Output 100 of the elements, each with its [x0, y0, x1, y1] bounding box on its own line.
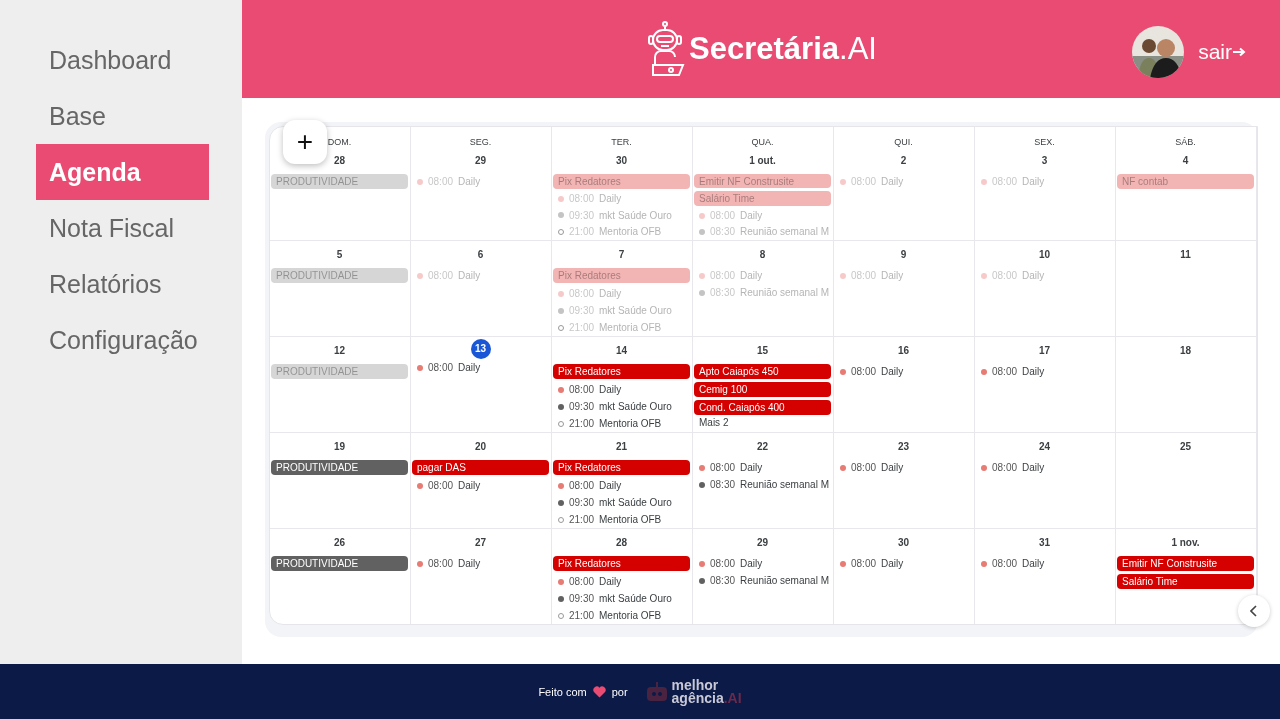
- calendar-day[interactable]: 13 08:00 Daily: [411, 337, 552, 433]
- event-title[interactable]: Daily: [740, 462, 763, 473]
- day-number: 27: [473, 536, 488, 550]
- calendar-day[interactable]: 11: [1116, 241, 1257, 337]
- event-title[interactable]: Daily: [599, 576, 622, 587]
- sidebar-item[interactable]: Dashboard: [36, 32, 209, 88]
- calendar-day[interactable]: 12 PRODUTIVIDADE: [270, 337, 411, 433]
- event-chip[interactable]: Pix Redatores: [553, 460, 690, 475]
- event-title[interactable]: Daily: [458, 362, 481, 373]
- sidebar-item[interactable]: Relatórios: [36, 256, 209, 312]
- calendar-day[interactable]: 14 Pix Redatores 08:00 Daily 09:30 mkt Saúde Ouro 21:00 Mentoria OFB: [552, 337, 693, 433]
- event-title[interactable]: Reunião semanal M: [740, 575, 829, 586]
- calendar-day[interactable]: 21 Pix Redatores 08:00 Daily 09:30 mkt Saúde Ouro 21:00 Mentoria OFB: [552, 433, 693, 529]
- day-number: 10: [1037, 248, 1052, 262]
- calendar-day[interactable]: 15 Apto Caiapós 450 Cemig 100 Cond. Caiapós 400 Mais 2: [693, 337, 834, 433]
- calendar-day[interactable]: 17 08:00 Daily: [975, 337, 1116, 433]
- event-title[interactable]: Mentoria OFB: [599, 514, 662, 525]
- sidebar-item[interactable]: Nota Fiscal: [36, 200, 209, 256]
- day-number: 5: [335, 248, 344, 262]
- robot-icon: [645, 681, 668, 702]
- day-number: 20: [473, 440, 488, 454]
- event-title[interactable]: Daily: [881, 558, 904, 569]
- day-number: 24: [1037, 440, 1052, 454]
- event-chip[interactable]: Pix Redatores: [553, 556, 690, 571]
- event-time: 08:00: [428, 362, 454, 373]
- event-title[interactable]: Daily: [458, 480, 481, 491]
- heart-icon: [592, 685, 606, 698]
- calendar-day[interactable]: SÁB. 4 NF contab: [1116, 127, 1257, 241]
- event-title[interactable]: mkt Saúde Ouro: [599, 401, 672, 412]
- event-title[interactable]: Daily: [1022, 462, 1045, 473]
- event-title[interactable]: Daily: [599, 480, 622, 491]
- sidebar-item[interactable]: Agenda: [36, 144, 209, 200]
- event-chip[interactable]: Salário Time: [1117, 574, 1254, 589]
- day-number: 31: [1037, 536, 1052, 550]
- sidebar-item[interactable]: Base: [36, 88, 209, 144]
- add-button[interactable]: +: [283, 120, 327, 164]
- event-chip[interactable]: pagar DAS: [412, 460, 549, 475]
- event-chip[interactable]: Cond. Caiapós 400: [694, 400, 831, 415]
- calendar-day[interactable]: 16 08:00 Daily: [834, 337, 975, 433]
- event-chip[interactable]: Cemig 100: [694, 382, 831, 397]
- event-title[interactable]: Daily: [881, 366, 904, 377]
- calendar-day[interactable]: 5 PRODUTIVIDADE: [270, 241, 411, 337]
- event-title[interactable]: mkt Saúde Ouro: [599, 593, 672, 604]
- event-time: 08:00: [992, 558, 1018, 569]
- event-chip[interactable]: Emitir NF Construsite: [1117, 556, 1254, 571]
- event-chip[interactable]: Pix Redatores: [553, 364, 690, 379]
- event-title[interactable]: Reunião semanal M: [740, 479, 829, 490]
- calendar-day[interactable]: 30 08:00 Daily: [834, 529, 975, 624]
- day-number: 23: [896, 440, 911, 454]
- event-title[interactable]: Mentoria OFB: [599, 610, 662, 621]
- weekday-label: SÁB.: [1175, 137, 1196, 147]
- calendar-day[interactable]: 18: [1116, 337, 1257, 433]
- event-time: 09:30: [569, 497, 595, 508]
- day-number: 8: [758, 248, 767, 262]
- event-title[interactable]: Daily: [1022, 366, 1045, 377]
- event-title[interactable]: Daily: [458, 558, 481, 569]
- day-number: 28: [332, 154, 347, 168]
- calendar-day[interactable]: 23 08:00 Daily: [834, 433, 975, 529]
- event-title[interactable]: Daily: [1022, 558, 1045, 569]
- event-title[interactable]: Mentoria OFB: [599, 418, 662, 429]
- event-time: 08:00: [569, 576, 595, 587]
- calendar-day[interactable]: 28 Pix Redatores 08:00 Daily 09:30 mkt Saúde Ouro 21:00 Mentoria OFB: [552, 529, 693, 624]
- event-time: 09:30: [569, 401, 595, 412]
- weekday-label: SEX.: [1034, 137, 1055, 147]
- calendar-day[interactable]: 24 08:00 Daily: [975, 433, 1116, 529]
- sidebar-item[interactable]: Configuração: [36, 312, 209, 368]
- calendar-day[interactable]: 29 08:00 Daily 08:30 Reunião semanal M: [693, 529, 834, 624]
- calendar-day[interactable]: 27 08:00 Daily: [411, 529, 552, 624]
- calendar-day[interactable]: 19 PRODUTIVIDADE: [270, 433, 411, 529]
- event-chip[interactable]: Apto Caiapós 450: [694, 364, 831, 379]
- day-number: 7: [617, 248, 626, 262]
- calendar-day[interactable]: 26 PRODUTIVIDADE: [270, 529, 411, 624]
- event-title[interactable]: Daily: [740, 558, 763, 569]
- weekday-label: TER.: [611, 137, 632, 147]
- event-time: 21:00: [569, 610, 595, 621]
- calendar-day[interactable]: 20 pagar DAS 08:00 Daily: [411, 433, 552, 529]
- event-chip[interactable]: PRODUTIVIDADE: [271, 556, 408, 571]
- more-link[interactable]: Mais 2: [694, 417, 831, 428]
- event-time: 08:00: [710, 558, 736, 569]
- day-number: 6: [476, 248, 485, 262]
- event-title[interactable]: Daily: [881, 462, 904, 473]
- day-number: 19: [332, 440, 347, 454]
- day-number: 9: [899, 248, 908, 262]
- event-time: 21:00: [569, 418, 595, 429]
- calendar-day[interactable]: 25: [1116, 433, 1257, 529]
- day-number: 30: [614, 154, 629, 168]
- day-number: 3: [1040, 154, 1049, 168]
- weekday-label: DOM.: [327, 137, 352, 147]
- calendar-day[interactable]: 22 08:00 Daily 08:30 Reunião semanal M: [693, 433, 834, 529]
- weekday-label: QUA.: [751, 137, 774, 147]
- logout-link[interactable]: sair: [1198, 40, 1246, 64]
- event-title[interactable]: Daily: [599, 384, 622, 395]
- event-time: 08:00: [851, 462, 877, 473]
- event-chip[interactable]: PRODUTIVIDADE: [271, 460, 408, 475]
- event-time: 08:00: [710, 462, 736, 473]
- day-number: 16: [896, 344, 911, 358]
- collapse-button[interactable]: [1238, 595, 1270, 627]
- day-number: 1 out.: [748, 154, 777, 168]
- event-title[interactable]: mkt Saúde Ouro: [599, 497, 672, 508]
- calendar-day[interactable]: 31 08:00 Daily: [975, 529, 1116, 624]
